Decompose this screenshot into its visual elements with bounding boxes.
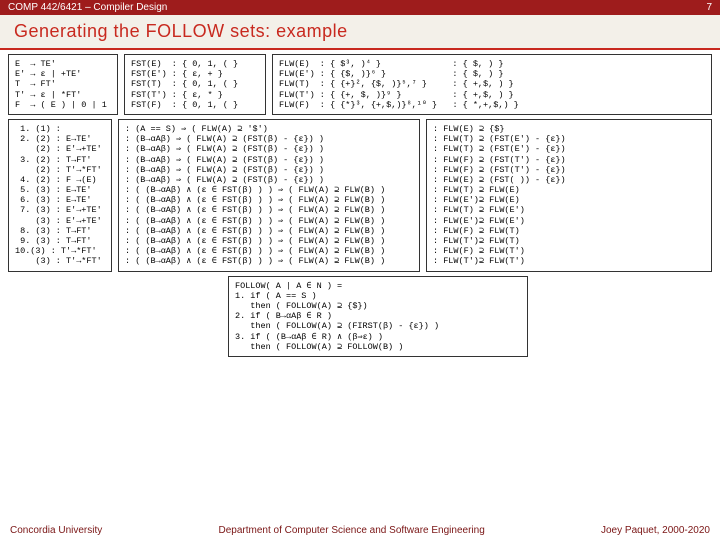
footer-center: Department of Computer Science and Softw… bbox=[219, 525, 485, 536]
footer: Concordia University Department of Compu… bbox=[0, 525, 720, 536]
steps-box: 1. (1) : 2. (2) : E→TE' (2) : E'→+TE' 3.… bbox=[8, 119, 112, 272]
slide-title: Generating the FOLLOW sets: example bbox=[14, 21, 348, 41]
derivation-row: 1. (1) : 2. (2) : E→TE' (2) : E'→+TE' 3.… bbox=[8, 119, 712, 272]
footer-right: Joey Paquet, 2000-2020 bbox=[601, 525, 710, 536]
derivation-box: : (A == S) ⇒ ( FLW(A) ⊇ '$') : (B→αAβ) ⇒… bbox=[118, 119, 420, 272]
title-bar: Generating the FOLLOW sets: example bbox=[0, 15, 720, 50]
header-bar: COMP 442/6421 – Compiler Design 7 bbox=[0, 0, 720, 15]
follow-sets-box: FLW(E) : { $³, )⁴ } : { $, ) } FLW(E') :… bbox=[272, 54, 712, 115]
algorithm-box: FOLLOW( A | A ∈ N ) = 1. if ( A == S ) t… bbox=[228, 276, 528, 357]
footer-left: Concordia University bbox=[10, 525, 102, 536]
page-number: 7 bbox=[706, 2, 712, 13]
grammar-box: E → TE' E' → ε | +TE' T → FT' T' → ε | *… bbox=[8, 54, 118, 115]
top-row: E → TE' E' → ε | +TE' T → FT' T' → ε | *… bbox=[8, 54, 712, 115]
first-sets-box: FST(E) : { 0, 1, ( } FST(E') : { ε, + } … bbox=[124, 54, 266, 115]
result-box: : FLW(E) ⊇ {$} : FLW(T) ⊇ (FST(E') - {ε}… bbox=[426, 119, 712, 272]
course-label: COMP 442/6421 – Compiler Design bbox=[8, 2, 167, 13]
content-area: E → TE' E' → ε | +TE' T → FT' T' → ε | *… bbox=[0, 50, 720, 357]
